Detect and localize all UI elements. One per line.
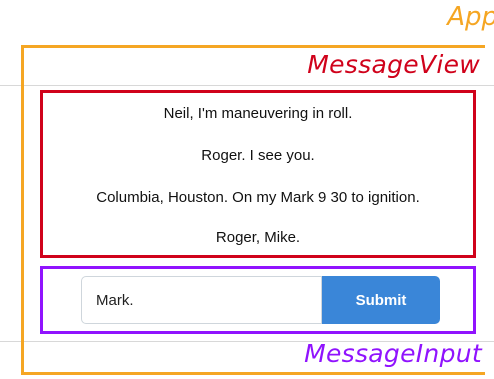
message-item: Columbia, Houston. On my Mark 9 30 to ig…	[96, 189, 420, 206]
message-item: Roger, Mike.	[215, 229, 301, 246]
message-item: Roger. I see you.	[201, 147, 315, 164]
submit-button[interactable]: Submit	[322, 276, 440, 324]
message-view: Neil, I'm maneuvering in roll. Roger. I …	[40, 90, 476, 258]
message-input-label: MessageInput	[304, 339, 482, 368]
message-input: Submit	[40, 266, 476, 334]
message-text-field[interactable]	[81, 276, 322, 324]
app-component-label: App	[447, 2, 494, 32]
message-item: Neil, I'm maneuvering in roll.	[163, 105, 353, 122]
message-view-label: MessageView	[307, 50, 480, 79]
